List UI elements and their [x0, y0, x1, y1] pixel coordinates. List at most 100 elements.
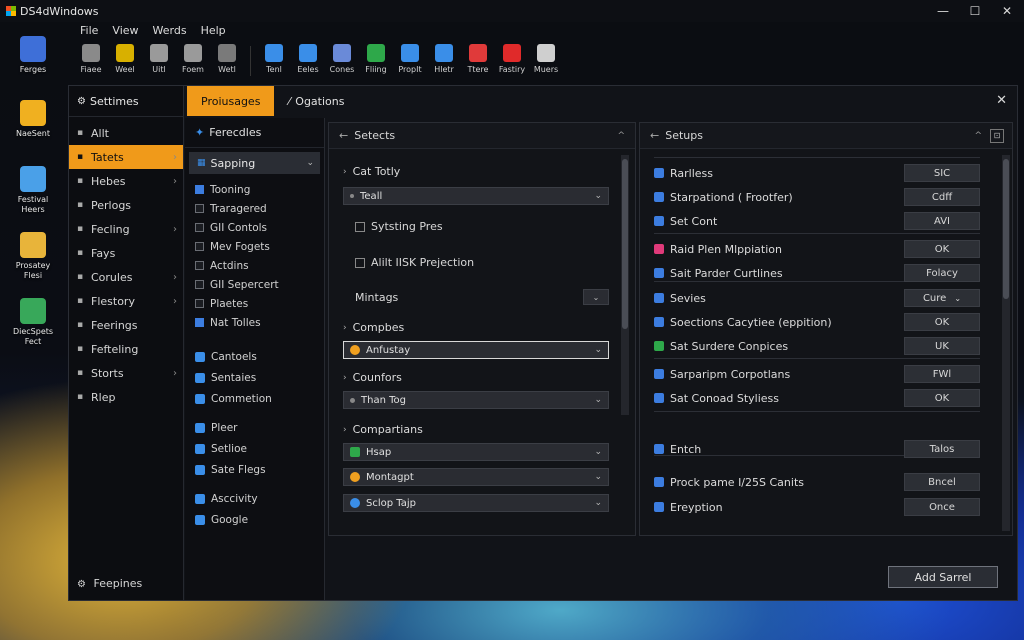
setup-row[interactable]: Prock pame I/25S Canits Bncel: [654, 470, 980, 494]
minimize-button[interactable]: —: [926, 0, 960, 22]
sub-selected-item[interactable]: ▦ Sapping ⌄: [189, 152, 320, 174]
setup-row-button[interactable]: OK: [904, 313, 980, 331]
setup-row[interactable]: Soections Cacytiee (eppition) OK: [654, 310, 980, 334]
nav-item-rlep[interactable]: ▪ Rlep: [69, 385, 183, 409]
setup-row-button[interactable]: Bncel: [904, 473, 980, 491]
setup-row[interactable]: Sait Parder Curtlines Folacy: [654, 261, 980, 285]
add-sarrel-button[interactable]: Add Sarrel: [888, 566, 998, 588]
setup-row[interactable]: Sevies Cure ⌄: [654, 286, 980, 310]
counfors-select[interactable]: Than Tog ⌄: [343, 391, 609, 409]
setup-row-button[interactable]: Cure ⌄: [904, 289, 980, 307]
toolbar-button-wetl[interactable]: Wetl: [212, 44, 242, 82]
sub-check-item[interactable]: Plaetes: [185, 294, 324, 313]
setup-row-button[interactable]: Folacy: [904, 264, 980, 282]
toolbar-button-propit[interactable]: PropIt: [395, 44, 425, 82]
desktop-icon[interactable]: Ferges: [6, 36, 60, 75]
setup-row[interactable]: Raid Plen Mlppiation OK: [654, 237, 980, 261]
setup-row-button[interactable]: UK: [904, 337, 980, 355]
sub-link-item[interactable]: Cantoels: [185, 346, 324, 367]
nav-item-feerings[interactable]: ▪ Feerings: [69, 313, 183, 337]
menu-help[interactable]: Help: [201, 24, 226, 37]
sub-check-item[interactable]: GII Sepercert: [185, 275, 324, 294]
nav-item-tatets[interactable]: ▪ Tatets ›: [69, 145, 183, 169]
nav-item-fefteling[interactable]: ▪ Fefteling: [69, 337, 183, 361]
sub-check-item[interactable]: Mev Fogets: [185, 237, 324, 256]
desktop-icon[interactable]: Prosatey Flesi: [6, 232, 60, 281]
pin-panel-button[interactable]: ⊡: [990, 128, 1004, 143]
setup-row[interactable]: Entch Talos: [654, 437, 980, 461]
sub-check-item[interactable]: Tooning: [185, 180, 324, 199]
nav-item-corules[interactable]: ▪ Corules ›: [69, 265, 183, 289]
toolbar-button-tenl[interactable]: Tenl: [259, 44, 289, 82]
setup-row-button[interactable]: FWl: [904, 365, 980, 383]
counfors-row[interactable]: › Counfors: [343, 371, 402, 384]
toolbar-button-hletr[interactable]: Hletr: [429, 44, 459, 82]
desktop-icon[interactable]: DiecSpets Fect: [6, 298, 60, 347]
desktop-icon[interactable]: NaeSent: [6, 100, 60, 139]
compartians-row[interactable]: › Compartians: [343, 423, 423, 436]
tab-ogations[interactable]: ⁄ Ogations: [274, 86, 358, 116]
cat-totly-select[interactable]: Teall ⌄: [343, 187, 609, 205]
setup-row-button[interactable]: Cdff: [904, 188, 980, 206]
maximize-button[interactable]: ☐: [958, 0, 992, 22]
nav-item-fays[interactable]: ▪ Fays: [69, 241, 183, 265]
window-close-button[interactable]: ✕: [996, 93, 1007, 108]
sub-link-item[interactable]: Asccivity: [185, 488, 324, 509]
sclop-tajp-select[interactable]: Sclop Tajp ⌄: [343, 494, 609, 512]
setup-row[interactable]: Set Cont AVI: [654, 209, 980, 233]
nav-item-flestory[interactable]: ▪ Flestory ›: [69, 289, 183, 313]
toolbar-button-eeles[interactable]: Eeles: [293, 44, 323, 82]
nav-item-storts[interactable]: ▪ Storts ›: [69, 361, 183, 385]
setup-row-button[interactable]: OK: [904, 240, 980, 258]
setup-row-button[interactable]: OK: [904, 389, 980, 407]
montagpt-select[interactable]: Montagpt ⌄: [343, 468, 609, 486]
close-button[interactable]: ✕: [990, 0, 1024, 22]
setup-row[interactable]: Rarlless SIC: [654, 161, 980, 185]
setup-row-button[interactable]: SIC: [904, 164, 980, 182]
sub-link-item[interactable]: Setlioe: [185, 438, 324, 459]
chevron-up-icon[interactable]: ^: [617, 131, 625, 141]
selects-scrollbar[interactable]: [621, 155, 629, 415]
setups-scrollbar[interactable]: [1002, 155, 1010, 531]
sub-link-item[interactable]: Pleer: [185, 417, 324, 438]
toolbar-button-uitl[interactable]: Uitl: [144, 44, 174, 82]
tab-proiusages[interactable]: Proiusages: [187, 86, 275, 116]
setup-row[interactable]: Sat Conoad Styliess OK: [654, 386, 980, 410]
nav-footer[interactable]: ⚙ Feepines: [77, 577, 142, 590]
sub-check-item[interactable]: Traragered: [185, 199, 324, 218]
toolbar-button-weel[interactable]: Weel: [110, 44, 140, 82]
hsap-select[interactable]: Hsap ⌄: [343, 443, 609, 461]
setup-row[interactable]: Ereyption Once: [654, 495, 980, 519]
toolbar-button-foem[interactable]: Foem: [178, 44, 208, 82]
sub-link-item[interactable]: Commetion: [185, 388, 324, 409]
desktop-icon[interactable]: Festival Heers: [6, 166, 60, 215]
alilt-iisk-checkbox[interactable]: Alilt IISK Prejection: [355, 256, 474, 269]
setup-row-button[interactable]: AVI: [904, 212, 980, 230]
nav-item-allt[interactable]: ▪ Allt: [69, 121, 183, 145]
sub-check-item[interactable]: Actdins: [185, 256, 324, 275]
sub-link-item[interactable]: Sate Flegs: [185, 459, 324, 480]
chevron-up-icon[interactable]: ^: [974, 131, 982, 141]
toolbar-button-fiaee[interactable]: Fiaee: [76, 44, 106, 82]
nav-item-fecling[interactable]: ▪ Fecling ›: [69, 217, 183, 241]
nav-item-hebes[interactable]: ▪ Hebes ›: [69, 169, 183, 193]
setup-row[interactable]: Sat Surdere Conpices UK: [654, 334, 980, 358]
cat-totly-row[interactable]: › Cat Totly: [343, 165, 400, 178]
menu-werds[interactable]: Werds: [153, 24, 187, 37]
toolbar-button-cones[interactable]: Cones: [327, 44, 357, 82]
sub-check-item[interactable]: GII Contols: [185, 218, 324, 237]
toolbar-button-fliing[interactable]: Fliing: [361, 44, 391, 82]
sub-link-item[interactable]: Sentaies: [185, 367, 324, 388]
setup-row-button[interactable]: Once: [904, 498, 980, 516]
toolbar-button-ttere[interactable]: Ttere: [463, 44, 493, 82]
setup-row[interactable]: Sarparipm Corpotlans FWl: [654, 362, 980, 386]
setup-row-button[interactable]: Talos: [904, 440, 980, 458]
nav-item-perlogs[interactable]: ▪ Perlogs: [69, 193, 183, 217]
compbes-select[interactable]: Anfustay ⌄: [343, 341, 609, 359]
toolbar-button-muers[interactable]: Muers: [531, 44, 561, 82]
setup-row[interactable]: Starpationd ( Frootfer) Cdff: [654, 185, 980, 209]
sytsting-pres-checkbox[interactable]: Sytsting Pres: [355, 220, 443, 233]
sub-check-item[interactable]: Nat Tolles: [185, 313, 324, 332]
mintags-dropdown[interactable]: ⌄: [583, 289, 609, 305]
menu-view[interactable]: View: [112, 24, 138, 37]
